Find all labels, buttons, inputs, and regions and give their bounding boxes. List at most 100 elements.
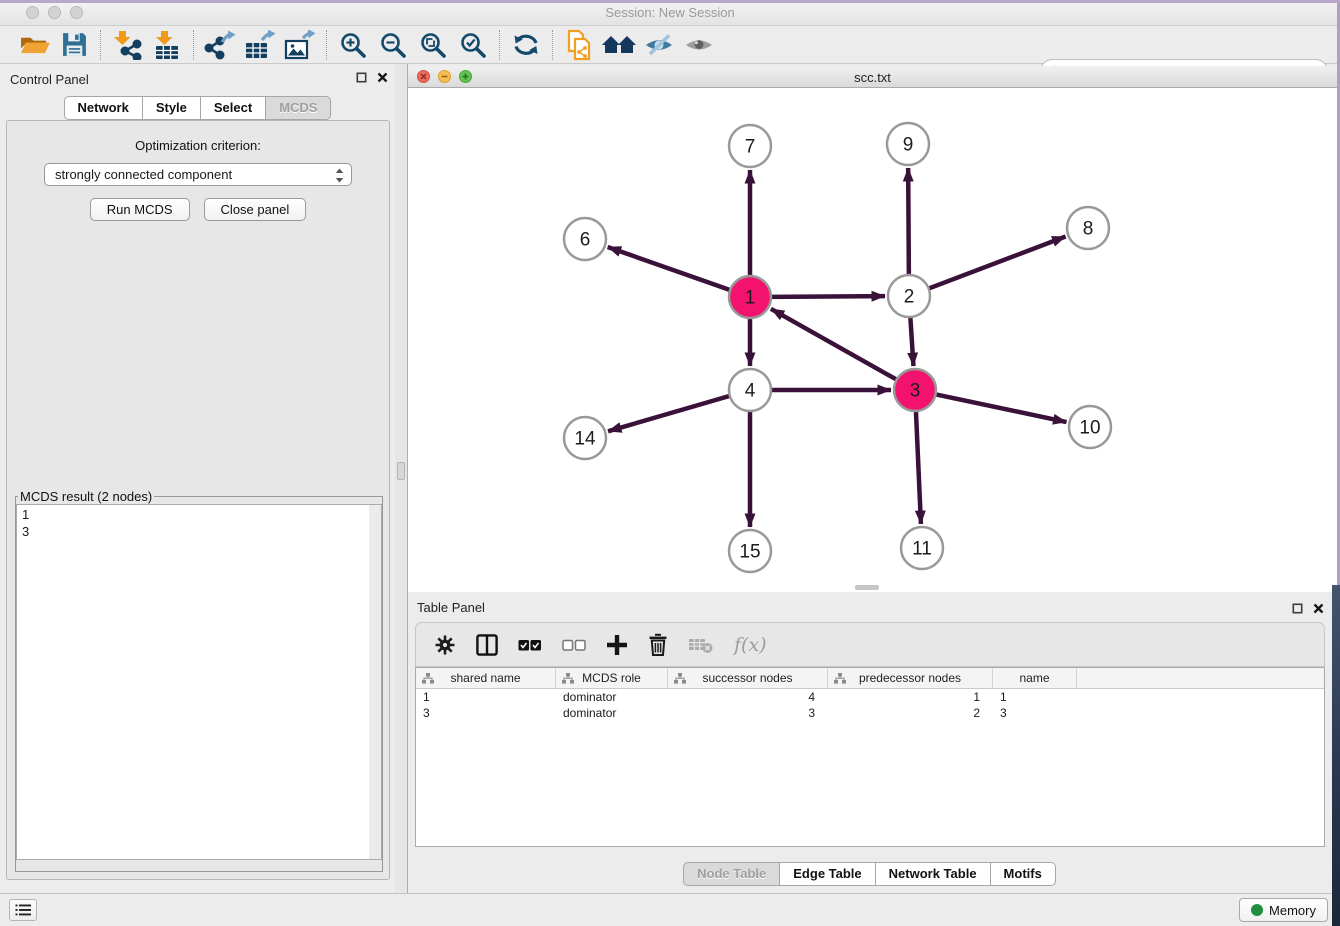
select-all-columns-icon[interactable] — [518, 637, 542, 653]
control-panel-tabs: Network Style Select MCDS — [0, 96, 396, 120]
deselect-all-columns-icon[interactable] — [562, 637, 586, 653]
node-label: 11 — [912, 539, 932, 560]
column-header-filler — [1077, 668, 1324, 688]
cell-mcds-role[interactable]: dominator — [556, 689, 668, 705]
node-10[interactable]: 10 — [1069, 406, 1111, 448]
float-panel-icon[interactable] — [1292, 603, 1303, 614]
first-neighbors-button[interactable] — [599, 28, 639, 62]
column-header-predecessor-nodes[interactable]: predecessor nodes — [828, 668, 993, 688]
memory-button[interactable]: Memory — [1239, 898, 1328, 922]
tab-motifs[interactable]: Motifs — [990, 862, 1056, 886]
column-layout-icon[interactable] — [476, 634, 498, 656]
edge-3-10[interactable] — [937, 395, 1067, 422]
network-graph[interactable]: 7 9 6 8 1 2 4 3 14 10 15 11 — [408, 88, 1337, 592]
export-network-button[interactable] — [200, 28, 240, 62]
column-header-successor-nodes[interactable]: successor nodes — [668, 668, 828, 688]
settings-gear-icon[interactable] — [434, 634, 456, 656]
open-session-button[interactable] — [14, 28, 54, 62]
network-canvas[interactable]: 7 9 6 8 1 2 4 3 14 10 15 11 — [408, 88, 1337, 592]
tab-mcds[interactable]: MCDS — [265, 96, 331, 120]
zoom-in-button[interactable] — [333, 28, 373, 62]
optimization-criterion-label: Optimization criterion: — [7, 138, 389, 153]
close-panel-icon[interactable] — [377, 72, 388, 83]
column-header-shared-name[interactable]: shared name — [416, 668, 556, 688]
node-7[interactable]: 7 — [729, 125, 771, 167]
edge-4-14[interactable] — [608, 396, 729, 431]
refresh-layout-button[interactable] — [506, 28, 546, 62]
zoom-fit-button[interactable] — [413, 28, 453, 62]
node-9[interactable]: 9 — [887, 123, 929, 165]
edge-3-1[interactable] — [771, 309, 896, 379]
run-mcds-button[interactable]: Run MCDS — [90, 198, 190, 221]
cell-name[interactable]: 1 — [993, 689, 1077, 705]
node-11[interactable]: 11 — [901, 527, 943, 569]
hierarchy-icon — [562, 673, 574, 684]
node-1[interactable]: 1 — [729, 276, 771, 318]
delete-column-icon[interactable] — [648, 633, 668, 657]
table-panel: Table Panel f(x) shared name MCDS role s… — [408, 595, 1332, 890]
panel-splitter[interactable] — [395, 64, 408, 893]
node-6[interactable]: 6 — [564, 218, 606, 260]
show-all-button[interactable] — [679, 28, 719, 62]
criterion-select[interactable]: strongly connected component — [44, 163, 352, 186]
close-panel-button[interactable]: Close panel — [204, 198, 307, 221]
cell-shared-name[interactable]: 1 — [416, 689, 556, 705]
status-bar: Memory — [0, 893, 1340, 926]
edge-2-9[interactable] — [908, 168, 909, 274]
column-header-name[interactable]: name — [993, 668, 1077, 688]
node-15[interactable]: 15 — [729, 530, 771, 572]
column-header-mcds-role[interactable]: MCDS role — [556, 668, 668, 688]
result-item[interactable]: 3 — [22, 523, 381, 540]
tab-edge-table[interactable]: Edge Table — [779, 862, 875, 886]
copy-network-button[interactable] — [559, 28, 599, 62]
tab-style[interactable]: Style — [142, 96, 201, 120]
edge-1-2[interactable] — [772, 296, 885, 297]
add-column-icon[interactable] — [606, 634, 628, 656]
eye-icon — [684, 33, 714, 57]
control-panel-title: Control Panel — [10, 72, 89, 87]
cell-predecessor-nodes[interactable]: 2 — [828, 705, 993, 721]
edge-1-6[interactable] — [608, 247, 730, 290]
cell-shared-name[interactable]: 3 — [416, 705, 556, 721]
table-row[interactable]: 1 dominator 4 1 1 — [416, 689, 1324, 705]
save-session-button[interactable] — [54, 28, 94, 62]
edge-3-11[interactable] — [916, 412, 921, 524]
import-network-button[interactable] — [107, 28, 147, 62]
cell-successor-nodes[interactable]: 3 — [668, 705, 828, 721]
edge-2-3[interactable] — [910, 318, 913, 366]
cell-predecessor-nodes[interactable]: 1 — [828, 689, 993, 705]
hide-selected-button[interactable] — [639, 28, 679, 62]
mcds-result-list[interactable]: 1 3 — [16, 504, 382, 860]
zoom-selected-icon — [459, 31, 487, 59]
export-image-button[interactable] — [280, 28, 320, 62]
import-table-button[interactable] — [147, 28, 187, 62]
tab-select[interactable]: Select — [200, 96, 266, 120]
cell-mcds-role[interactable]: dominator — [556, 705, 668, 721]
eye-slash-icon — [644, 33, 674, 57]
splitter-grip[interactable] — [397, 462, 405, 480]
result-item[interactable]: 1 — [22, 506, 381, 523]
tab-network-table[interactable]: Network Table — [875, 862, 991, 886]
tab-network[interactable]: Network — [64, 96, 143, 120]
homes-icon — [601, 32, 637, 58]
node-3[interactable]: 3 — [894, 369, 936, 411]
edge-2-8[interactable] — [930, 237, 1066, 289]
node-8[interactable]: 8 — [1067, 207, 1109, 249]
node-4[interactable]: 4 — [729, 369, 771, 411]
table-row[interactable]: 3 dominator 3 2 3 — [416, 705, 1324, 721]
zoom-selected-button[interactable] — [453, 28, 493, 62]
network-hscrollbar[interactable] — [855, 585, 879, 590]
zoom-out-button[interactable] — [373, 28, 413, 62]
tab-node-table[interactable]: Node Table — [683, 862, 780, 886]
close-panel-icon[interactable] — [1313, 603, 1324, 614]
node-2[interactable]: 2 — [888, 275, 930, 317]
export-table-button[interactable] — [240, 28, 280, 62]
cell-name[interactable]: 3 — [993, 705, 1077, 721]
node-14[interactable]: 14 — [564, 417, 606, 459]
cell-successor-nodes[interactable]: 4 — [668, 689, 828, 705]
result-scrollbar-track[interactable] — [369, 505, 381, 859]
float-panel-icon[interactable] — [356, 72, 367, 83]
criterion-value: strongly connected component — [55, 167, 232, 182]
node-table[interactable]: shared name MCDS role successor nodes pr… — [415, 667, 1325, 847]
task-history-button[interactable] — [9, 899, 37, 921]
